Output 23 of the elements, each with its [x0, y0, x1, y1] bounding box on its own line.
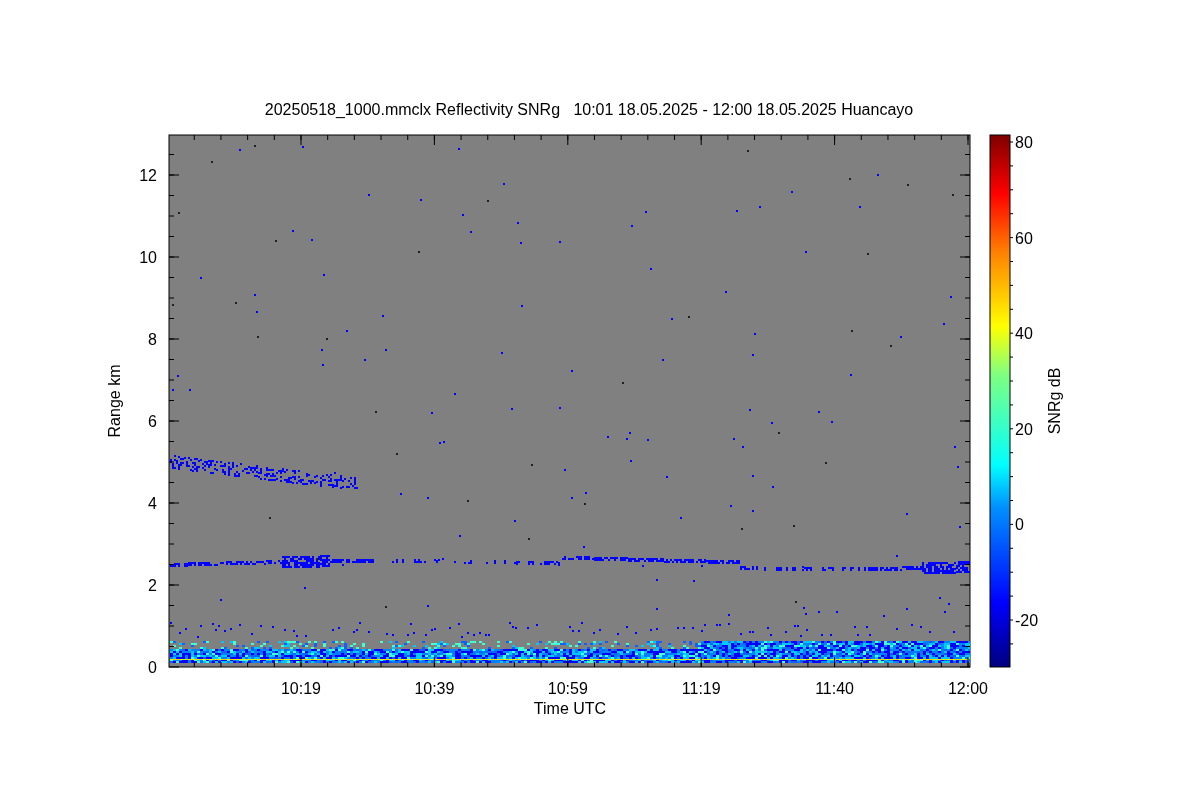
y-axis-label: Range km [106, 364, 123, 438]
tick-label: -20 [1015, 612, 1039, 629]
tick-label: 4 [148, 495, 157, 512]
tick-label: 80 [1015, 134, 1033, 151]
tick-label: 0 [1015, 516, 1024, 534]
plot-title: 20250518_1000.mmclx Reflectivity SNRg 10:01 18.05.2025 - 12:00 18.05.2025 Huancayo [264, 101, 914, 118]
tick-label: 12:00 [948, 680, 988, 697]
tick-label: 11:40 [815, 680, 855, 697]
tick-label: 0 [148, 659, 157, 676]
x-axis-label: Time UTC [533, 700, 607, 717]
tick-label: 10:19 [281, 680, 321, 697]
tick-label: 2 [148, 577, 157, 594]
tick-label: 20 [1015, 420, 1033, 438]
tick-label: 60 [1015, 229, 1033, 247]
tick-label: 8 [148, 331, 157, 348]
tick-label: 6 [148, 413, 157, 430]
tick-label: 11:19 [681, 680, 721, 697]
tick-label: 40 [1015, 325, 1033, 343]
tick-label: 12 [139, 167, 157, 184]
colorbar-label: SNRg dB [1046, 367, 1063, 435]
tick-label: 10 [139, 249, 157, 266]
tick-label: 10:39 [414, 680, 455, 697]
tick-label: 10:59 [547, 680, 588, 697]
